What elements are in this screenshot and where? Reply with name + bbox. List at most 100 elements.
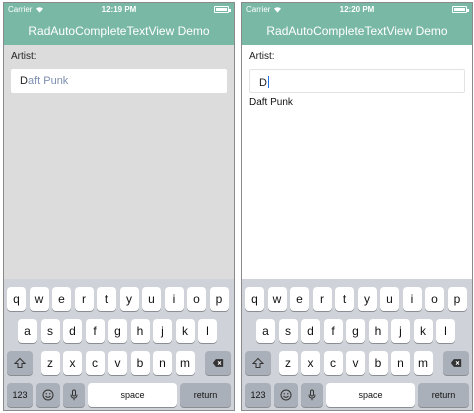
key-g[interactable]: g — [108, 319, 127, 343]
key-o[interactable]: o — [187, 287, 206, 311]
key-x[interactable]: x — [63, 351, 82, 375]
key-label: k — [182, 324, 188, 338]
key-label: u — [148, 292, 155, 306]
dictation-key[interactable] — [301, 383, 323, 407]
dictation-key[interactable] — [63, 383, 85, 407]
artist-autocomplete-input[interactable]: D — [249, 69, 465, 93]
key-b[interactable]: b — [368, 351, 388, 375]
key-w[interactable]: w — [267, 287, 287, 311]
emoji-icon — [280, 389, 292, 401]
shift-key[interactable] — [7, 351, 33, 375]
key-label: p — [215, 292, 223, 306]
key-label: n — [159, 356, 166, 370]
key-w[interactable]: w — [29, 287, 49, 311]
key-label: j — [399, 324, 402, 338]
key-y[interactable]: y — [119, 287, 139, 311]
key-b[interactable]: b — [130, 351, 150, 375]
key-i[interactable]: i — [402, 287, 422, 311]
key-n[interactable]: n — [153, 351, 172, 375]
key-z[interactable]: z — [278, 351, 298, 375]
key-m[interactable]: m — [413, 351, 433, 375]
page-title: RadAutoCompleteTextView Demo — [28, 24, 210, 38]
emoji-key[interactable] — [274, 383, 298, 407]
key-label: a — [24, 324, 31, 338]
key-n[interactable]: n — [391, 351, 410, 375]
key-s[interactable]: s — [278, 319, 298, 343]
key-p[interactable]: p — [209, 287, 229, 311]
key-label: k — [420, 324, 426, 338]
key-x[interactable]: x — [301, 351, 320, 375]
key-m[interactable]: m — [175, 351, 195, 375]
shift-icon — [14, 357, 26, 369]
key-label: j — [161, 324, 164, 338]
key-r[interactable]: r — [312, 287, 332, 311]
return-key[interactable]: return — [418, 383, 469, 407]
key-label: h — [374, 324, 382, 338]
key-c[interactable]: c — [85, 351, 105, 375]
key-u[interactable]: u — [380, 287, 399, 311]
key-label: a — [262, 324, 269, 338]
key-v[interactable]: v — [346, 351, 365, 375]
key-label: g — [352, 324, 359, 338]
microphone-icon — [306, 389, 318, 401]
key-h[interactable]: h — [368, 319, 388, 343]
key-z[interactable]: z — [40, 351, 60, 375]
key-g[interactable]: g — [346, 319, 365, 343]
key-label: return — [431, 390, 456, 400]
emoji-key[interactable] — [36, 383, 60, 407]
key-t[interactable]: t — [97, 287, 116, 311]
key-i[interactable]: i — [164, 287, 184, 311]
key-a[interactable]: a — [256, 319, 275, 343]
artist-autocomplete-input[interactable]: Daft Punk — [11, 69, 227, 93]
numbers-key[interactable]: 123 — [7, 383, 33, 407]
key-r[interactable]: r — [74, 287, 94, 311]
battery-icon — [214, 6, 231, 13]
key-label: 123 — [12, 390, 28, 400]
key-k[interactable]: k — [413, 319, 433, 343]
key-f[interactable]: f — [85, 319, 105, 343]
backspace-key[interactable] — [443, 351, 469, 375]
key-e[interactable]: e — [52, 287, 71, 311]
battery-icon — [452, 6, 469, 13]
key-l[interactable]: l — [198, 319, 217, 343]
suggestion-item[interactable]: Daft Punk — [249, 97, 293, 108]
key-label: f — [331, 324, 335, 338]
key-label: z — [47, 356, 53, 370]
key-j[interactable]: j — [391, 319, 410, 343]
space-key[interactable]: space — [326, 383, 415, 407]
input-typed-text: D — [259, 77, 267, 89]
key-label: z — [285, 356, 291, 370]
key-h[interactable]: h — [130, 319, 150, 343]
space-key[interactable]: space — [88, 383, 177, 407]
key-k[interactable]: k — [175, 319, 195, 343]
backspace-key[interactable] — [205, 351, 231, 375]
key-label: m — [180, 356, 190, 370]
key-d[interactable]: d — [301, 319, 320, 343]
numbers-key[interactable]: 123 — [245, 383, 271, 407]
key-j[interactable]: j — [153, 319, 172, 343]
key-label: c — [92, 356, 98, 370]
key-a[interactable]: a — [18, 319, 37, 343]
key-y[interactable]: y — [357, 287, 377, 311]
key-label: l — [206, 324, 209, 338]
key-v[interactable]: v — [108, 351, 127, 375]
key-c[interactable]: c — [323, 351, 343, 375]
key-t[interactable]: t — [335, 287, 354, 311]
key-label: r — [82, 292, 86, 306]
key-q[interactable]: q — [245, 287, 264, 311]
key-u[interactable]: u — [142, 287, 161, 311]
key-label: c — [330, 356, 336, 370]
shift-key[interactable] — [245, 351, 271, 375]
return-key[interactable]: return — [180, 383, 231, 407]
backspace-icon — [212, 357, 224, 369]
key-d[interactable]: d — [63, 319, 82, 343]
key-o[interactable]: o — [425, 287, 444, 311]
key-label: t — [342, 292, 347, 306]
key-e[interactable]: e — [290, 287, 309, 311]
key-p[interactable]: p — [447, 287, 467, 311]
key-l[interactable]: l — [436, 319, 455, 343]
key-f[interactable]: f — [323, 319, 343, 343]
key-q[interactable]: q — [7, 287, 26, 311]
key-s[interactable]: s — [40, 319, 60, 343]
microphone-icon — [68, 389, 80, 401]
